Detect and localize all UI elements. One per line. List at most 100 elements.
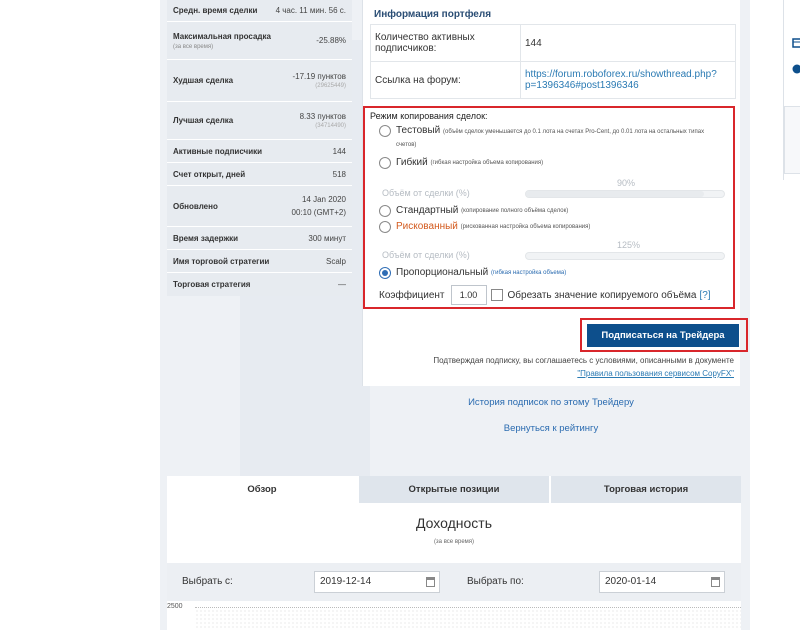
stat-value: — [338, 280, 346, 289]
stat-row: Средн. время сделки 4 час. 11 мин. 56 с. [167, 0, 352, 22]
stat-label: Худшая сделка [173, 76, 234, 85]
radio-button[interactable] [379, 205, 391, 217]
stat-value-sub: (29625449) [315, 83, 346, 89]
coefficient-row: Коэффициент 1.00 Обрезать значение копир… [379, 285, 711, 305]
trim-volume-checkbox[interactable] [490, 289, 503, 301]
radio-button[interactable] [379, 221, 391, 233]
forum-link[interactable]: https://forum.roboforex.ru/showthread.ph… [525, 69, 717, 91]
table-cell: Количество активных подписчиков: [370, 24, 521, 62]
tab-overview[interactable]: Обзор [167, 476, 357, 503]
radio-standard[interactable]: Стандартный (копирование полного объёма … [379, 205, 568, 217]
coefficient-label: Коэффициент [379, 289, 445, 301]
side-widget-box [784, 106, 800, 174]
date-to-input[interactable]: 2020-01-14 [599, 571, 725, 593]
stat-row: Лучшая сделка 8.33 пунктов (34714490) [167, 102, 352, 140]
stat-value-time: 00:10 (GMT+2) [291, 208, 346, 217]
radio-note: (гибкая настройка объема) [490, 270, 567, 276]
stat-label: Время задержки [173, 233, 239, 243]
date-from-label: Выбрать с: [182, 576, 233, 587]
stat-value: -25.88% [316, 36, 346, 45]
stat-row: Имя торговой стратегии Scalp [167, 250, 352, 273]
tab-open-positions[interactable]: Открытые позиции [357, 476, 549, 503]
trim-volume-label: Обрезать значение копируемого объёма [507, 289, 697, 301]
stat-value-sub: (34714490) [315, 123, 346, 129]
overview-content: Доходность (за все время) Выбрать с: 201… [167, 503, 741, 630]
volume-slider[interactable] [525, 190, 725, 198]
radio-label: Рискованный [396, 221, 458, 232]
returns-subtitle: (за все время) [433, 539, 475, 545]
tab-trade-history[interactable]: Торговая история [549, 476, 741, 503]
stat-value: 4 час. 11 мин. 56 с. [275, 6, 346, 15]
radio-label: Пропорциональный [396, 267, 489, 278]
info-icon[interactable] [792, 64, 800, 74]
coefficient-input[interactable]: 1.00 [450, 285, 487, 305]
radio-test[interactable]: Тестовый (объём сделок уменьшается до 0.… [379, 125, 719, 151]
forum-link-line[interactable]: https://forum.roboforex.ru/showthread.ph… [525, 69, 717, 80]
copy-mode-box: Режим копирования сделок: Тестовый (объё… [363, 106, 735, 309]
radio-flexible[interactable]: Гибкий (гибкая настройка объема копирова… [379, 157, 543, 169]
stat-row: Худшая сделка -17.19 пунктов (29625449) [167, 60, 352, 102]
calendar-icon[interactable] [426, 577, 435, 587]
date-range-bar: Выбрать с: 2019-12-14 Выбрать по: 2020-0… [167, 563, 741, 601]
radio-note: (гибкая настройка объема копирования) [430, 160, 544, 166]
radio-button-selected[interactable] [379, 267, 391, 279]
side-widget [783, 0, 800, 180]
stat-row: Торговая стратегия — [167, 273, 352, 296]
table-cell: 144 [520, 24, 736, 62]
volume-label: Объём от сделки (%) [382, 250, 470, 260]
agreement-text: Подтверждая подписку, вы соглашаетесь с … [362, 354, 734, 380]
tab-bar: Обзор Открытые позиции Торговая история [167, 476, 741, 503]
returns-title: Доходность [416, 515, 492, 531]
stat-label: Средн. время сделки [173, 6, 258, 15]
chart-gridline [195, 607, 741, 608]
table-row: Ссылка на форум: https://forum.roboforex… [370, 61, 736, 99]
calendar-icon[interactable] [792, 38, 800, 48]
stat-row: Время задержки 300 минут [167, 227, 352, 250]
forum-link-line[interactable]: p=1396346#post1396346 [525, 80, 639, 91]
volume-slider[interactable] [525, 252, 725, 260]
subscription-history-link[interactable]: История подписок по этому Трейдеру [362, 397, 740, 408]
subscribe-button[interactable]: Подписаться на Трейдера [587, 324, 739, 347]
trader-stats-panel: Средн. время сделки 4 час. 11 мин. 56 с.… [167, 0, 352, 296]
stat-label: Торговая стратегия [173, 280, 251, 289]
radio-note: (объём сделок уменьшается до 0.1 лота на… [396, 129, 705, 148]
copy-mode-title: Режим копирования сделок: [370, 111, 488, 121]
radio-label: Тестовый [396, 125, 441, 136]
radio-note: (рискованная настройка объема копировани… [460, 224, 591, 230]
radio-label: Гибкий [396, 157, 428, 168]
date-to-label: Выбрать по: [467, 576, 524, 587]
date-from-input[interactable]: 2019-12-14 [314, 571, 440, 593]
stat-row: Обновлено 14 Jan 2020 00:10 (GMT+2) [167, 186, 352, 227]
radio-button[interactable] [379, 157, 391, 169]
subscribe-button-highlight: Подписаться на Трейдера [580, 318, 748, 352]
stat-value: 8.33 пунктов [299, 112, 346, 121]
date-from-value: 2019-12-14 [320, 576, 372, 587]
stat-label: Обновлено [173, 201, 218, 211]
table-row: Количество активных подписчиков: 144 [370, 24, 736, 62]
table-cell: Ссылка на форум: [370, 61, 521, 99]
stat-label: Максимальная просадка [173, 31, 271, 41]
stat-value: 144 [332, 146, 346, 156]
back-to-rating-link[interactable]: Вернуться к рейтингу [362, 423, 740, 434]
portfolio-info-title: Информация портфеля [374, 9, 492, 20]
portfolio-info-table: Количество активных подписчиков: 144 Ссы… [370, 24, 736, 99]
copyfx-rules-link[interactable]: "Правила пользования сервисом CopyFX" [577, 369, 734, 378]
stat-sublabel: (за все время) [173, 43, 214, 50]
slider-fill [526, 191, 705, 197]
volume-percent: 90% [617, 178, 636, 188]
stat-value: 300 минут [308, 233, 346, 243]
stat-row: Максимальная просадка (за все время) -25.… [167, 22, 352, 60]
stat-value: -17.19 пунктов [292, 72, 346, 81]
radio-proportional[interactable]: Пропорциональный (гибкая настройка объем… [379, 267, 566, 279]
stat-row: Активные подписчики 144 [167, 140, 352, 163]
radio-risky[interactable]: Рискованный (рискованная настройка объем… [379, 221, 590, 233]
radio-button[interactable] [379, 125, 391, 137]
calendar-icon[interactable] [711, 577, 720, 587]
volume-label: Объём от сделки (%) [382, 188, 470, 198]
stat-value: 14 Jan 2020 [301, 195, 346, 204]
stat-label: Счет открыт, дней [173, 169, 246, 179]
radio-note: (копирование полного объёма сделок) [461, 208, 569, 214]
stat-row: Счет открыт, дней 518 [167, 163, 352, 186]
agreement-sentence: Подтверждая подписку, вы соглашаетесь с … [433, 356, 734, 365]
help-link[interactable]: [?] [699, 290, 710, 301]
